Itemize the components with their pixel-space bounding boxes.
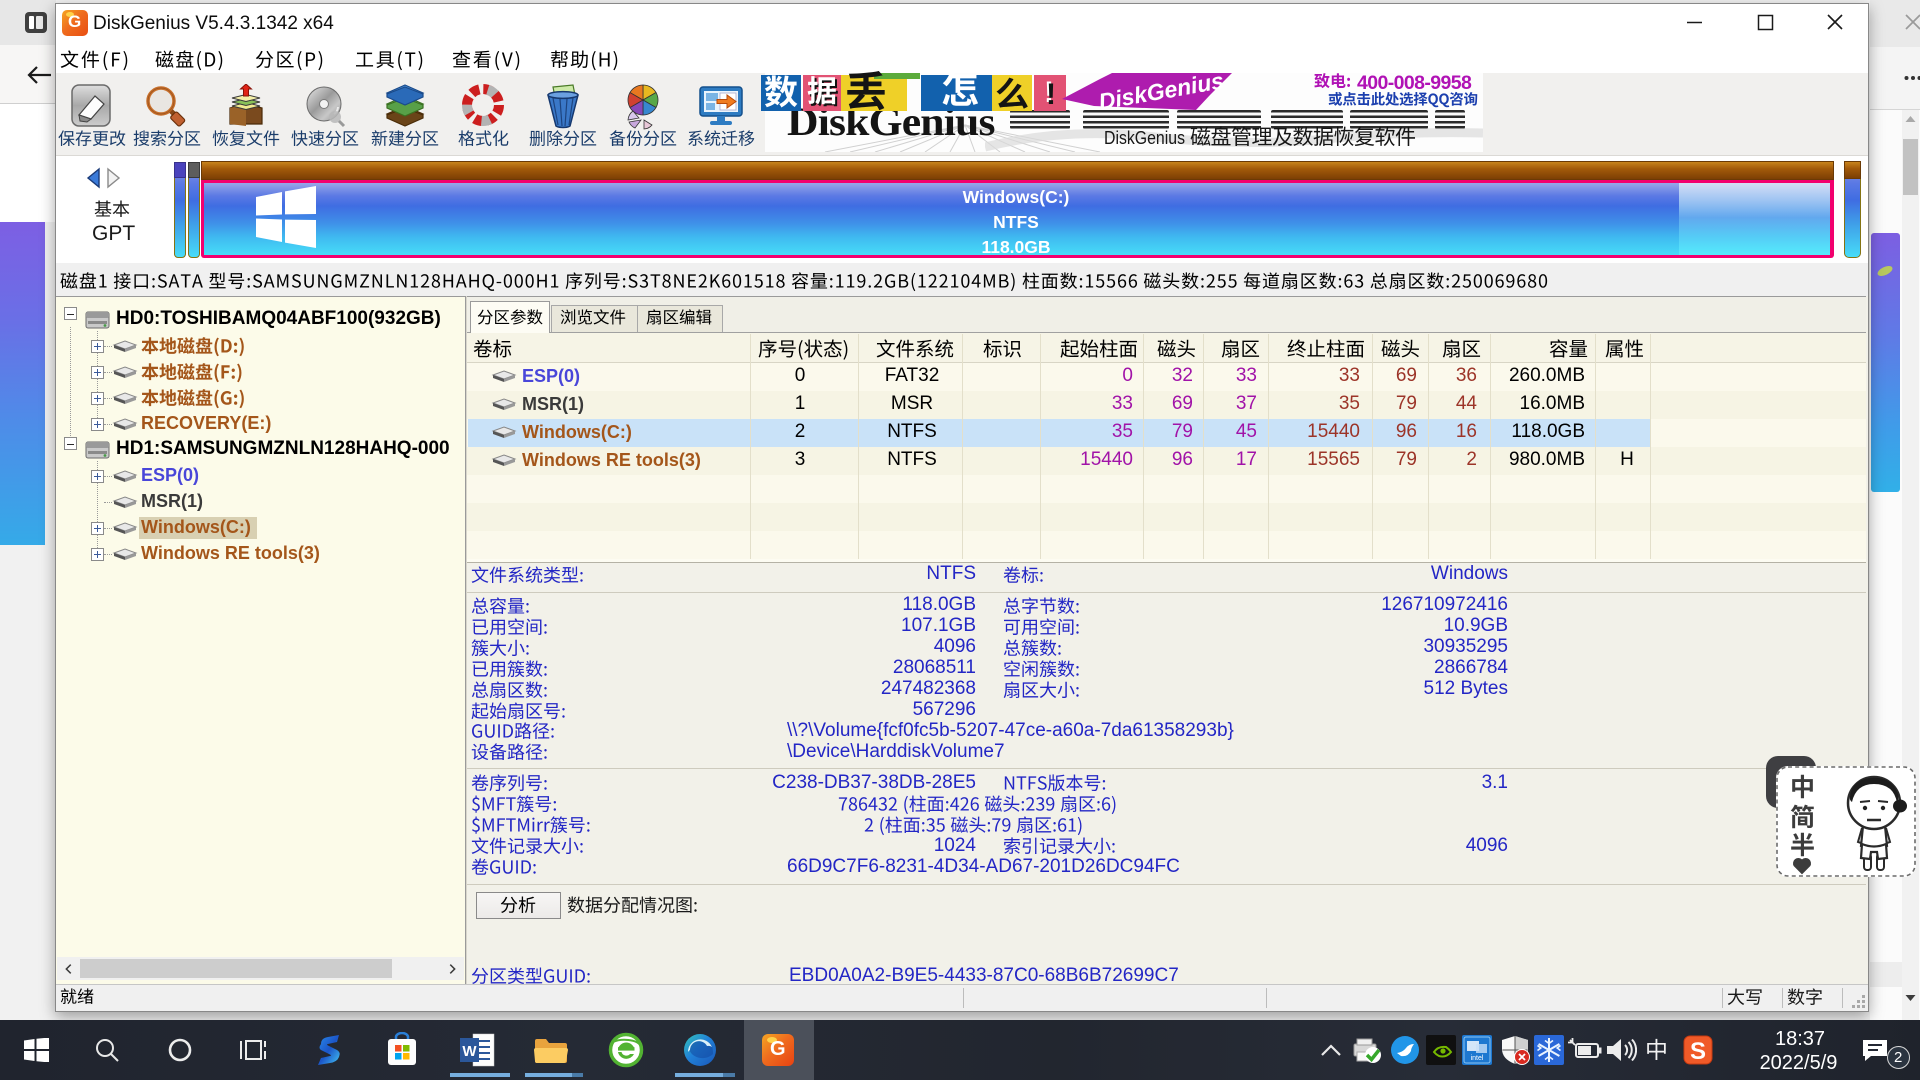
svg-text:S: S [1690, 1038, 1706, 1065]
svg-text:intel: intel [1471, 1055, 1484, 1062]
svg-text:W: W [462, 1043, 477, 1060]
